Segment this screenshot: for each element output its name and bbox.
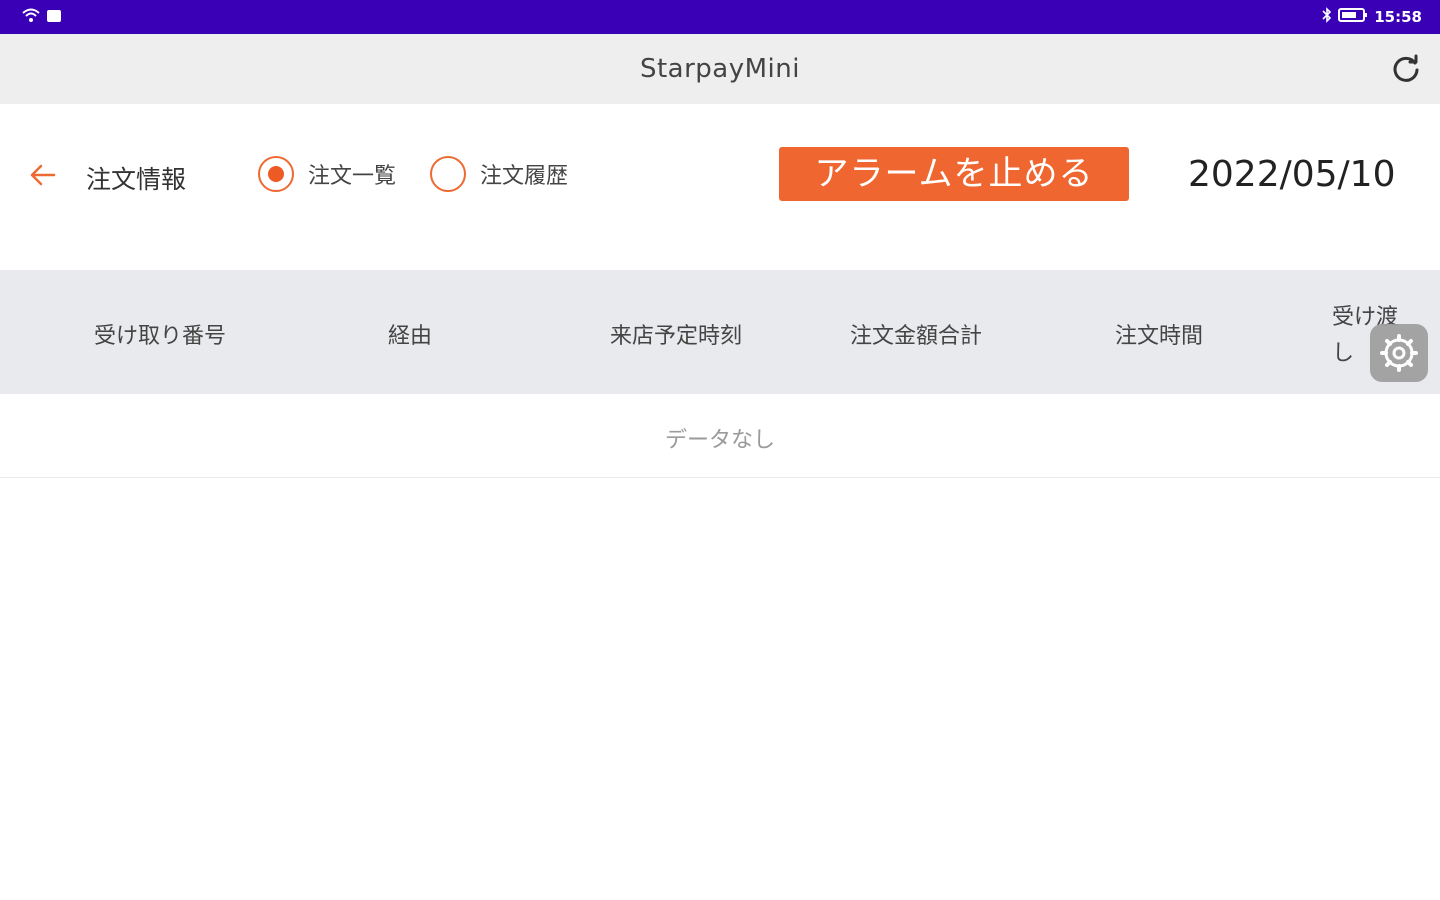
status-bar: 15:58: [0, 0, 1440, 34]
battery-icon: [1338, 7, 1368, 27]
bluetooth-icon: [1322, 7, 1332, 27]
radio-order-history-label: 注文履歴: [480, 164, 569, 189]
status-time: 15:58: [1374, 8, 1422, 26]
radio-unselected-indicator[interactable]: [430, 156, 466, 192]
wifi-icon: [22, 8, 40, 28]
back-button[interactable]: [28, 160, 58, 190]
table-header: 受け取り番号 経由 来店予定時刻 注文金額合計 注文時間 受け渡し: [0, 270, 1440, 394]
radio-order-list-label: 注文一覧: [308, 164, 397, 189]
column-header-order-total: 注文金額合計: [850, 324, 983, 349]
empty-state-text: データなし: [664, 428, 775, 453]
column-header-pickup-number: 受け取り番号: [94, 324, 227, 349]
refresh-button[interactable]: [1390, 53, 1422, 85]
empty-table-row: データなし: [0, 394, 1440, 478]
notification-icon: [46, 8, 62, 28]
arrow-left-icon: [30, 164, 56, 186]
column-header-visit-time: 来店予定時刻: [610, 324, 743, 349]
refresh-icon: [1393, 54, 1419, 82]
date-display: 2022/05/10: [1188, 154, 1396, 195]
app-title: StarpayMini: [639, 54, 800, 84]
stop-alarm-button[interactable]: アラームを止める: [779, 147, 1129, 201]
order-toolbar: 注文情報 注文一覧 注文履歴 アラームを止める 2022/05/10: [0, 104, 1440, 270]
radio-dot: [268, 166, 284, 182]
app-bar: StarpayMini: [0, 34, 1440, 104]
status-left-icons: [22, 8, 62, 28]
radio-selected-indicator[interactable]: [258, 156, 294, 192]
radio-order-history[interactable]: 注文履歴: [430, 156, 568, 192]
column-header-via: 経由: [388, 324, 433, 349]
radio-order-list[interactable]: 注文一覧: [258, 156, 396, 192]
section-title: 注文情報: [86, 165, 187, 194]
column-header-order-time: 注文時間: [1115, 324, 1204, 349]
floating-settings-button[interactable]: [1370, 324, 1428, 382]
gear-icon: [1380, 334, 1418, 372]
status-right: 15:58: [1322, 7, 1422, 27]
